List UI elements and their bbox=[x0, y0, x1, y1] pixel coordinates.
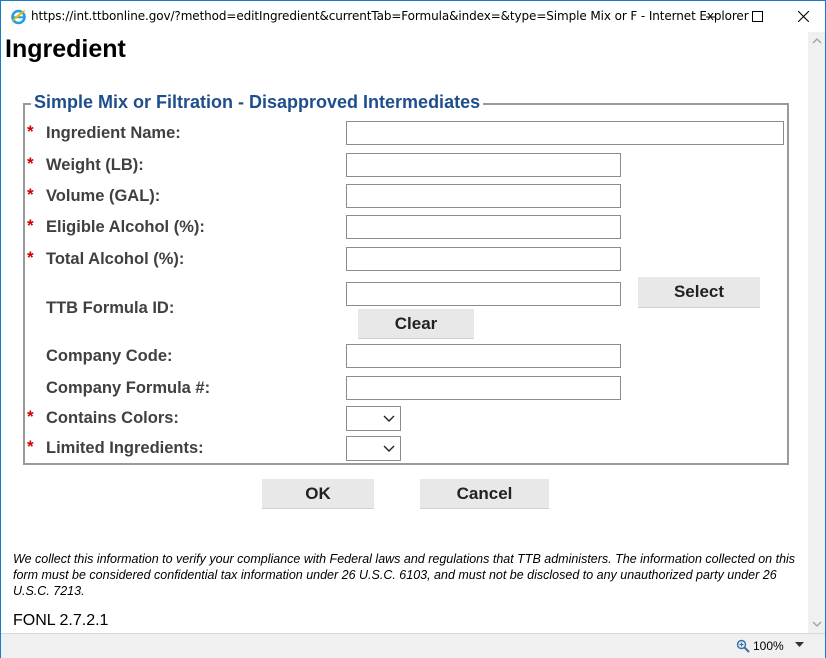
chevron-down-icon bbox=[383, 445, 395, 452]
clear-button[interactable]: Clear bbox=[358, 309, 474, 339]
company-formula-label: Company Formula #: bbox=[46, 379, 211, 397]
fieldset-legend: Simple Mix or Filtration - Disapproved I… bbox=[31, 92, 484, 113]
required-marker: * bbox=[27, 185, 34, 204]
required-marker: * bbox=[27, 248, 34, 267]
version-label: FONL 2.7.2.1 bbox=[13, 612, 109, 629]
required-marker: * bbox=[27, 122, 34, 141]
chevron-up-icon bbox=[812, 38, 821, 44]
company-code-input[interactable] bbox=[346, 344, 621, 368]
window-title: https://int.ttbonline.gov/?method=editIn… bbox=[31, 9, 749, 23]
dropdown-arrow-icon[interactable] bbox=[795, 642, 804, 648]
zoom-level[interactable]: 100% bbox=[753, 639, 784, 653]
privacy-notice: We collect this information to verify yo… bbox=[13, 552, 796, 598]
company-code-label: Company Code: bbox=[46, 347, 173, 365]
minimize-icon bbox=[705, 16, 716, 18]
weight-input[interactable] bbox=[346, 153, 621, 177]
limited-ingredients-label: Limited Ingredients: bbox=[46, 439, 204, 457]
ok-button[interactable]: OK bbox=[262, 479, 374, 509]
total-alcohol-input[interactable] bbox=[346, 247, 621, 271]
weight-label: Weight (LB): bbox=[46, 156, 144, 174]
total-alcohol-label: Total Alcohol (%): bbox=[46, 250, 185, 268]
required-marker: * bbox=[27, 437, 34, 456]
close-button[interactable] bbox=[780, 1, 826, 32]
scroll-down-button[interactable] bbox=[808, 616, 825, 633]
contains-colors-label: Contains Colors: bbox=[46, 409, 179, 427]
limited-ingredients-select[interactable] bbox=[346, 436, 401, 461]
eligible-alcohol-label: Eligible Alcohol (%): bbox=[46, 218, 205, 236]
title-bar[interactable]: https://int.ttbonline.gov/?method=editIn… bbox=[1, 1, 825, 32]
scroll-up-button[interactable] bbox=[808, 32, 825, 49]
required-marker: * bbox=[27, 407, 34, 426]
volume-input[interactable] bbox=[346, 184, 621, 208]
close-icon bbox=[797, 11, 809, 22]
browser-window: https://int.ttbonline.gov/?method=editIn… bbox=[0, 0, 826, 658]
eligible-alcohol-input[interactable] bbox=[346, 215, 621, 239]
ingredient-name-input[interactable] bbox=[346, 121, 784, 145]
ttb-formula-id-label: TTB Formula ID: bbox=[46, 299, 175, 317]
required-marker: * bbox=[27, 216, 34, 235]
ingredient-name-label: Ingredient Name: bbox=[46, 124, 181, 142]
required-marker: * bbox=[27, 154, 34, 173]
status-bar: 100% bbox=[1, 633, 825, 658]
contains-colors-select[interactable] bbox=[346, 406, 401, 431]
page-content: Ingredient Simple Mix or Filtration - Di… bbox=[2, 32, 808, 633]
maximize-button[interactable] bbox=[734, 1, 780, 32]
cancel-button[interactable]: Cancel bbox=[420, 479, 549, 509]
internet-explorer-icon bbox=[11, 9, 26, 25]
ttb-formula-id-input[interactable] bbox=[346, 282, 621, 306]
chevron-down-icon bbox=[812, 621, 821, 627]
vertical-scrollbar[interactable] bbox=[808, 32, 825, 633]
maximize-icon bbox=[751, 11, 763, 22]
chevron-down-icon bbox=[383, 415, 395, 422]
page-title: Ingredient bbox=[5, 35, 126, 63]
select-button[interactable]: Select bbox=[638, 277, 760, 308]
magnifier-icon[interactable] bbox=[736, 639, 750, 653]
volume-label: Volume (GAL): bbox=[46, 187, 161, 205]
minimize-button[interactable] bbox=[688, 1, 734, 32]
company-formula-input[interactable] bbox=[346, 376, 621, 400]
